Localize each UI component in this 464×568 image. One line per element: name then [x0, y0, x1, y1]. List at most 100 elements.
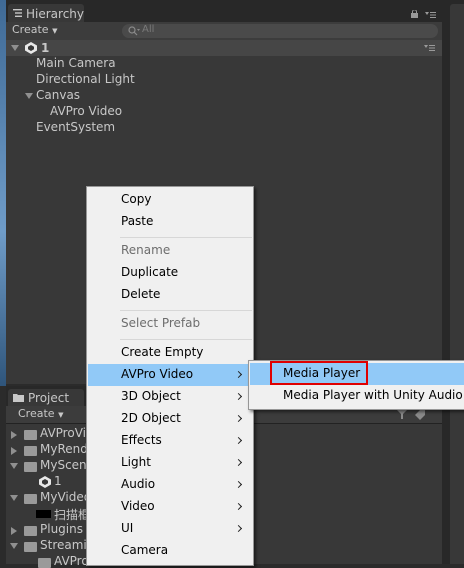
expand-arrow-icon[interactable] — [10, 463, 18, 469]
menu-item-label: Light — [121, 455, 151, 469]
folder-icon — [24, 542, 37, 552]
create-dropdown[interactable]: Create ▼ — [12, 23, 57, 36]
hierarchy-tab-bar: Hierarchy — [6, 0, 442, 22]
chevron-right-icon — [234, 392, 243, 401]
menu-item-label: Paste — [121, 214, 154, 228]
menu-item-rename[interactable]: Rename — [88, 240, 252, 262]
project-item-myrender[interactable]: MyRend — [40, 442, 88, 456]
unity-scene-icon — [39, 476, 51, 488]
menu-item-label: UI — [121, 521, 134, 535]
scene-name: 1 — [41, 41, 50, 55]
search-placeholder: All — [142, 24, 155, 35]
inspector-tab[interactable] — [450, 4, 464, 22]
list-icon — [13, 9, 22, 17]
project-item-myvideo[interactable]: MyVideo — [40, 490, 91, 504]
submenu-item-label: Media Player with Unity Audio — [283, 388, 463, 402]
expand-arrow-icon[interactable] — [11, 45, 19, 51]
menu-item-duplicate[interactable]: Duplicate — [88, 262, 252, 284]
inspector-body — [450, 22, 464, 564]
project-item-myscenes[interactable]: MyScen — [40, 458, 87, 472]
expand-arrow-icon[interactable] — [11, 527, 17, 535]
panel-menu-icon[interactable] — [425, 12, 436, 18]
tree-item-avpro-video[interactable]: AVPro Video — [50, 104, 122, 118]
menu-item-select-prefab[interactable]: Select Prefab — [88, 313, 252, 335]
project-tab-label: Project — [28, 391, 70, 405]
menu-item-label: AVPro Video — [121, 367, 194, 381]
project-item-scene-1[interactable]: 1 — [54, 474, 62, 488]
menu-item-label: 3D Object — [121, 389, 181, 403]
folder-icon — [13, 394, 24, 402]
menu-item-label: Rename — [121, 243, 171, 257]
inspector-edge — [442, 0, 464, 564]
video-thumbnail-icon — [36, 510, 51, 518]
menu-item-label: 2D Object — [121, 411, 181, 425]
submenu-item-media-player-unity-audio[interactable]: Media Player with Unity Audio — [250, 385, 464, 407]
expand-arrow-icon[interactable] — [25, 93, 33, 99]
menu-separator — [120, 237, 252, 238]
menu-item-video[interactable]: Video — [88, 496, 252, 518]
menu-item-label: Effects — [121, 433, 162, 447]
folder-icon — [38, 558, 51, 568]
chevron-right-icon — [234, 370, 243, 379]
project-item-avprovideo[interactable]: AVProVi — [40, 426, 86, 440]
label-tag-icon[interactable] — [414, 409, 426, 420]
menu-item-effects[interactable]: Effects — [88, 430, 252, 452]
lock-icon[interactable] — [411, 10, 418, 18]
project-tab[interactable]: Project — [8, 389, 84, 406]
context-menu: Copy Paste Rename Duplicate Delete Selec… — [86, 186, 254, 566]
menu-item-light[interactable]: Light — [88, 452, 252, 474]
project-item-avpro[interactable]: AVPro — [54, 554, 89, 568]
tree-item-main-camera[interactable]: Main Camera — [36, 56, 116, 70]
menu-item-label: Audio — [121, 477, 156, 491]
scene-row[interactable]: 1 — [6, 40, 442, 56]
chevron-right-icon — [234, 524, 243, 533]
folder-icon — [24, 446, 37, 456]
scene-menu-icon[interactable] — [424, 45, 435, 51]
menu-item-2d-object[interactable]: 2D Object — [88, 408, 252, 430]
menu-item-paste[interactable]: Paste — [88, 211, 252, 233]
chevron-right-icon — [234, 502, 243, 511]
filter-icon[interactable] — [396, 409, 408, 420]
expand-arrow-icon[interactable] — [11, 447, 17, 455]
menu-item-label: Video — [121, 499, 155, 513]
unity-scene-icon — [25, 42, 37, 54]
expand-arrow-icon[interactable] — [10, 543, 18, 549]
folder-icon — [24, 462, 37, 472]
create-label: Create — [12, 23, 49, 36]
menu-item-avpro-video[interactable]: AVPro Video — [88, 364, 252, 386]
tree-item-directional-light[interactable]: Directional Light — [36, 72, 135, 86]
folder-icon — [24, 494, 37, 504]
menu-item-3d-object[interactable]: 3D Object — [88, 386, 252, 408]
chevron-right-icon — [234, 414, 243, 423]
expand-arrow-icon[interactable] — [10, 495, 18, 501]
chevron-right-icon — [234, 458, 243, 467]
hierarchy-tab[interactable]: Hierarchy — [8, 4, 84, 22]
menu-separator — [120, 339, 252, 340]
chevron-down-icon: ▼ — [52, 27, 58, 35]
menu-item-delete[interactable]: Delete — [88, 284, 252, 306]
menu-item-label: Duplicate — [121, 265, 179, 279]
hierarchy-search[interactable]: All — [122, 24, 438, 38]
hierarchy-tab-label: Hierarchy — [26, 7, 85, 21]
menu-item-label: Camera — [121, 543, 169, 557]
expand-arrow-icon[interactable] — [11, 431, 17, 439]
highlight-outline — [270, 361, 368, 385]
menu-item-label: Delete — [121, 287, 161, 301]
project-create-dropdown[interactable]: Create ▼ — [18, 407, 63, 420]
menu-item-create-empty[interactable]: Create Empty — [88, 342, 252, 364]
folder-icon — [24, 526, 37, 536]
search-icon — [128, 26, 140, 36]
menu-item-label: Create Empty — [121, 345, 204, 359]
menu-item-copy[interactable]: Copy — [88, 189, 252, 211]
folder-icon — [24, 430, 37, 440]
tree-item-canvas[interactable]: Canvas — [36, 88, 80, 102]
project-item-plugins[interactable]: Plugins — [40, 522, 83, 536]
chevron-right-icon — [234, 480, 243, 489]
menu-item-ui[interactable]: UI — [88, 518, 252, 540]
menu-item-camera[interactable]: Camera — [88, 540, 252, 562]
menu-item-label: Select Prefab — [121, 316, 201, 330]
project-create-label: Create — [18, 407, 55, 420]
menu-item-audio[interactable]: Audio — [88, 474, 252, 496]
project-item-scan-frame[interactable]: 扫描框 — [54, 506, 90, 523]
tree-item-eventsystem[interactable]: EventSystem — [36, 120, 115, 134]
